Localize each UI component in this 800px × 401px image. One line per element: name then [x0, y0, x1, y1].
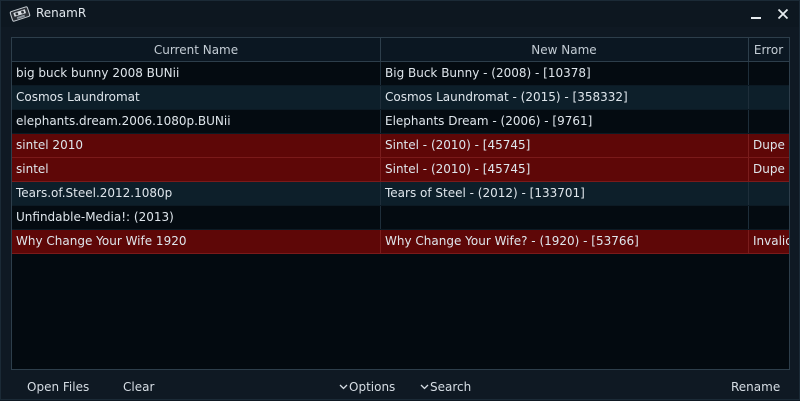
current-name-cell: Unfindable-Media!: (2013)	[16, 210, 174, 224]
current-name-cell: Cosmos Laundromat	[16, 90, 140, 104]
search-expander[interactable]: Search	[420, 378, 471, 396]
grid-header: Current Name New Name Error	[12, 38, 789, 62]
new-name-cell	[380, 206, 748, 229]
current-name-cell: sintel 2010	[16, 138, 83, 152]
chevron-down-icon	[339, 384, 348, 390]
close-icon	[777, 8, 789, 20]
new-name-cell: Tears of Steel - (2012) - [133701]	[380, 182, 748, 205]
options-expander[interactable]: Options	[339, 378, 395, 396]
app-window: RenamR Current Name New Name Error big b…	[0, 0, 800, 400]
chevron-down-icon	[420, 384, 429, 390]
error-cell	[748, 206, 789, 229]
table-row[interactable]: Cosmos Laundromat Cosmos Laundromat - (2…	[12, 86, 789, 110]
current-name-cell: Why Change Your Wife 1920	[16, 234, 187, 248]
rename-grid[interactable]: Current Name New Name Error big buck bun…	[11, 37, 790, 370]
new-name-cell: Sintel - (2010) - [45745]	[380, 158, 748, 181]
table-row-error[interactable]: Why Change Your Wife 1920 Why Change You…	[12, 230, 789, 254]
new-name-cell: Cosmos Laundromat - (2015) - [358332]	[380, 86, 748, 109]
tape-icon	[9, 5, 31, 23]
error-cell	[748, 182, 789, 205]
options-label: Options	[349, 380, 396, 394]
search-label: Search	[430, 380, 472, 394]
current-name-cell: sintel	[16, 162, 49, 176]
table-row[interactable]: Tears.of.Steel.2012.1080p Tears of Steel…	[12, 182, 789, 206]
error-cell: Dupe	[748, 134, 789, 157]
table-row-error[interactable]: sintel 2010 Sintel - (2010) - [45745] Du…	[12, 134, 789, 158]
rename-button[interactable]: Rename	[731, 378, 780, 396]
new-name-cell: Why Change Your Wife? - (1920) - [53766]	[380, 230, 748, 253]
minimize-button[interactable]	[745, 3, 767, 25]
error-cell	[748, 110, 789, 133]
new-name-cell: Elephants Dream - (2006) - [9761]	[380, 110, 748, 133]
table-row[interactable]: big buck bunny 2008 BUNii Big Buck Bunny…	[12, 62, 789, 86]
table-row[interactable]: elephants.dream.2006.1080p.BUNii Elephan…	[12, 110, 789, 134]
table-row[interactable]: Unfindable-Media!: (2013)	[12, 206, 789, 230]
column-divider[interactable]	[748, 38, 749, 62]
column-header-new-name[interactable]: New Name	[380, 38, 748, 62]
title-bar[interactable]: RenamR	[1, 1, 799, 27]
error-cell	[748, 62, 789, 85]
current-name-cell: Tears.of.Steel.2012.1080p	[16, 186, 173, 200]
close-button[interactable]	[772, 3, 794, 25]
current-name-cell: elephants.dream.2006.1080p.BUNii	[16, 114, 231, 128]
error-cell: Invalid	[748, 230, 789, 253]
error-cell: Dupe	[748, 158, 789, 181]
bottom-toolbar: Open Files Clear Options Search Rename	[1, 373, 800, 401]
open-files-button[interactable]: Open Files	[27, 378, 89, 396]
new-name-cell: Sintel - (2010) - [45745]	[380, 134, 748, 157]
new-name-cell: Big Buck Bunny - (2008) - [10378]	[380, 62, 748, 85]
column-header-error[interactable]: Error	[748, 38, 789, 62]
column-divider[interactable]	[380, 38, 381, 62]
error-cell	[748, 86, 789, 109]
window-title: RenamR	[36, 6, 87, 20]
clear-button[interactable]: Clear	[123, 378, 154, 396]
column-header-current-name[interactable]: Current Name	[12, 38, 380, 62]
table-row-error[interactable]: sintel Sintel - (2010) - [45745] Dupe	[12, 158, 789, 182]
minimize-icon	[751, 17, 761, 19]
current-name-cell: big buck bunny 2008 BUNii	[16, 66, 180, 80]
